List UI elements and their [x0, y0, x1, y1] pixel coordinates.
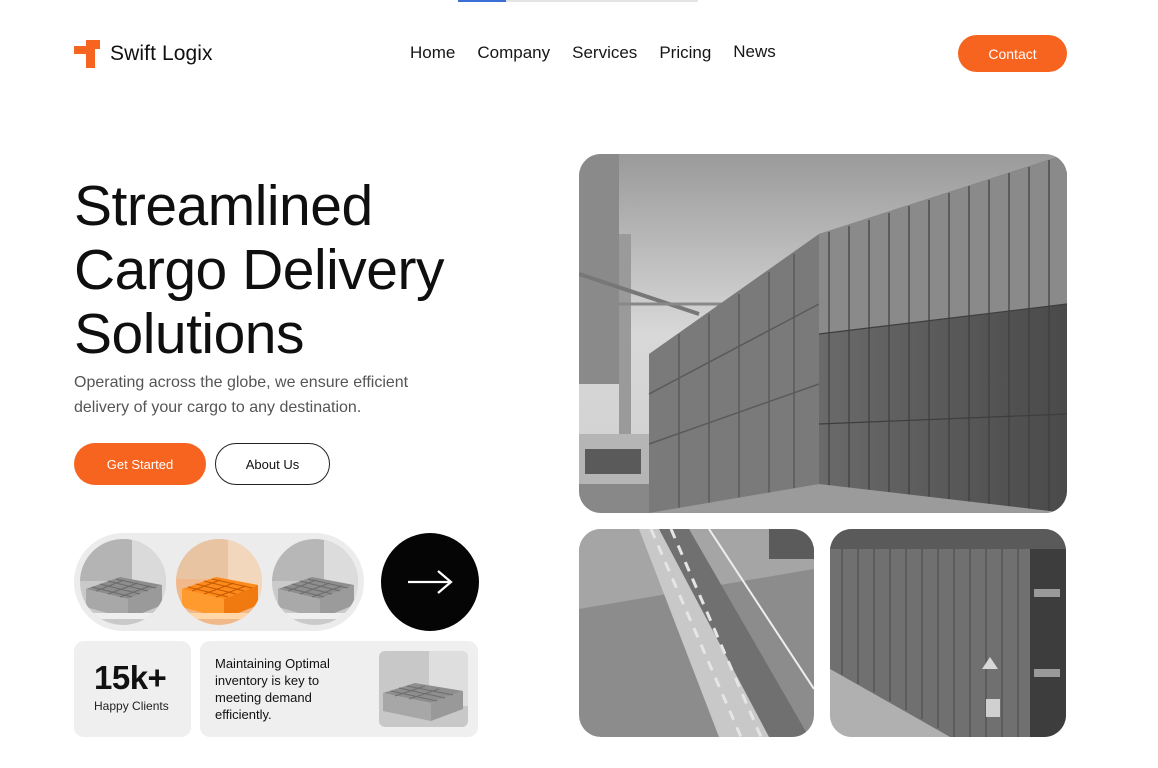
logo-icon — [74, 40, 102, 68]
stat-label: Happy Clients — [94, 699, 169, 713]
scrollbar-thumb[interactable] — [458, 0, 506, 2]
container-side-photo — [830, 529, 1066, 737]
get-started-button[interactable]: Get Started — [74, 443, 206, 485]
contact-button[interactable]: Contact — [958, 35, 1067, 72]
hero-title: Streamlined Cargo Delivery Solutions — [74, 174, 444, 366]
hero-subtitle: Operating across the globe, we ensure ef… — [74, 374, 409, 416]
info-text: Maintaining Optimal inventory is key to … — [215, 656, 330, 722]
warehouse-floor-photo — [579, 529, 814, 737]
stat-card: 15k+ Happy Clients — [74, 641, 191, 737]
hero-title-line-3: Solutions — [74, 302, 304, 366]
nav-services[interactable]: Services — [572, 43, 637, 63]
about-us-button[interactable]: About Us — [215, 443, 330, 485]
nav-news[interactable]: News — [733, 42, 776, 63]
hero-title-line-2: Cargo Delivery — [74, 238, 444, 302]
stat-value: 15k+ — [94, 659, 167, 696]
hero-title-line-1: Streamlined — [74, 174, 373, 238]
next-arrow-button[interactable] — [381, 533, 479, 631]
product-thumb-3[interactable] — [272, 539, 358, 625]
brand-name: Swift Logix — [110, 42, 213, 65]
product-carousel — [74, 533, 364, 631]
top-scrollbar[interactable] — [458, 0, 698, 2]
product-thumb-2[interactable] — [176, 539, 262, 625]
container-yard-photo — [579, 154, 1067, 513]
nav-home[interactable]: Home — [410, 43, 455, 63]
nav-pricing[interactable]: Pricing — [659, 43, 711, 63]
product-thumb-1[interactable] — [80, 539, 166, 625]
inventory-image — [379, 651, 468, 727]
info-card: Maintaining Optimal inventory is key to … — [200, 641, 478, 737]
arrow-right-icon — [406, 570, 454, 594]
brand-logo[interactable]: Swift Logix — [74, 40, 213, 68]
nav-company[interactable]: Company — [477, 43, 550, 63]
main-nav: Home Company Services Pricing News — [410, 42, 776, 63]
